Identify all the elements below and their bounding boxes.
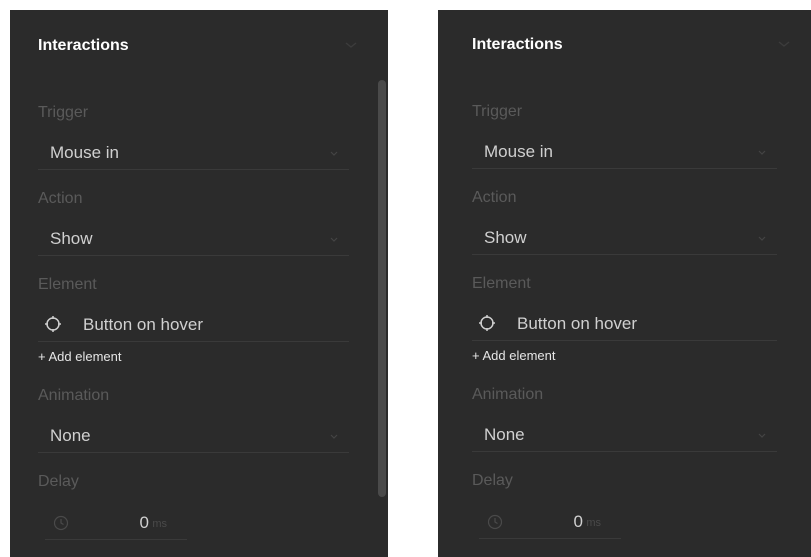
clock-icon xyxy=(487,514,503,530)
animation-label: Animation xyxy=(472,386,544,403)
clock-icon xyxy=(53,515,69,531)
animation-label: Animation xyxy=(38,387,110,404)
delay-input[interactable]: 0 ms xyxy=(45,510,187,540)
chevron-down-icon xyxy=(757,233,767,243)
delay-unit: ms xyxy=(152,518,167,530)
animation-value: None xyxy=(484,425,525,444)
chevron-down-icon xyxy=(329,148,339,158)
delay-input[interactable]: 0 ms xyxy=(479,509,621,539)
trigger-label: Trigger xyxy=(472,103,523,120)
action-select[interactable]: Show xyxy=(38,222,349,256)
delay-value: 0 xyxy=(139,513,149,532)
interactions-panel-left: Interactions Trigger Mouse in Action Sho… xyxy=(10,10,388,557)
trigger-select[interactable]: Mouse in xyxy=(472,135,777,169)
delay-value: 0 xyxy=(573,512,583,531)
delay-label: Delay xyxy=(472,472,513,489)
chevron-down-icon xyxy=(757,430,767,440)
element-label: Element xyxy=(472,275,531,292)
add-element-button[interactable]: + Add element xyxy=(472,348,555,363)
action-label: Action xyxy=(38,190,83,207)
action-value: Show xyxy=(50,229,93,248)
action-select[interactable]: Show xyxy=(472,221,777,255)
action-label: Action xyxy=(472,189,517,206)
target-icon[interactable] xyxy=(478,314,496,332)
action-value: Show xyxy=(484,228,527,247)
delay-unit: ms xyxy=(586,517,601,529)
animation-select[interactable]: None xyxy=(38,419,349,453)
scrollbar[interactable] xyxy=(378,80,386,497)
trigger-value: Mouse in xyxy=(50,143,119,162)
chevron-down-icon xyxy=(329,234,339,244)
trigger-value: Mouse in xyxy=(484,142,553,161)
collapse-chevron-icon[interactable] xyxy=(344,38,358,52)
element-field[interactable]: Button on hover xyxy=(472,307,777,341)
animation-select[interactable]: None xyxy=(472,418,777,452)
panel-title: Interactions xyxy=(472,36,563,53)
trigger-label: Trigger xyxy=(38,104,89,121)
target-icon[interactable] xyxy=(44,315,62,333)
trigger-select[interactable]: Mouse in xyxy=(38,136,349,170)
collapse-chevron-icon[interactable] xyxy=(777,37,791,51)
element-value: Button on hover xyxy=(83,315,204,334)
panel-title: Interactions xyxy=(38,37,129,54)
element-label: Element xyxy=(38,276,97,293)
interactions-panel-right: Interactions Trigger Mouse in Action Sho… xyxy=(438,10,811,557)
add-element-button[interactable]: + Add element xyxy=(38,349,121,364)
element-value: Button on hover xyxy=(517,314,638,333)
chevron-down-icon xyxy=(757,147,767,157)
chevron-down-icon xyxy=(329,431,339,441)
delay-label: Delay xyxy=(38,473,79,490)
element-field[interactable]: Button on hover xyxy=(38,308,349,342)
animation-value: None xyxy=(50,426,91,445)
